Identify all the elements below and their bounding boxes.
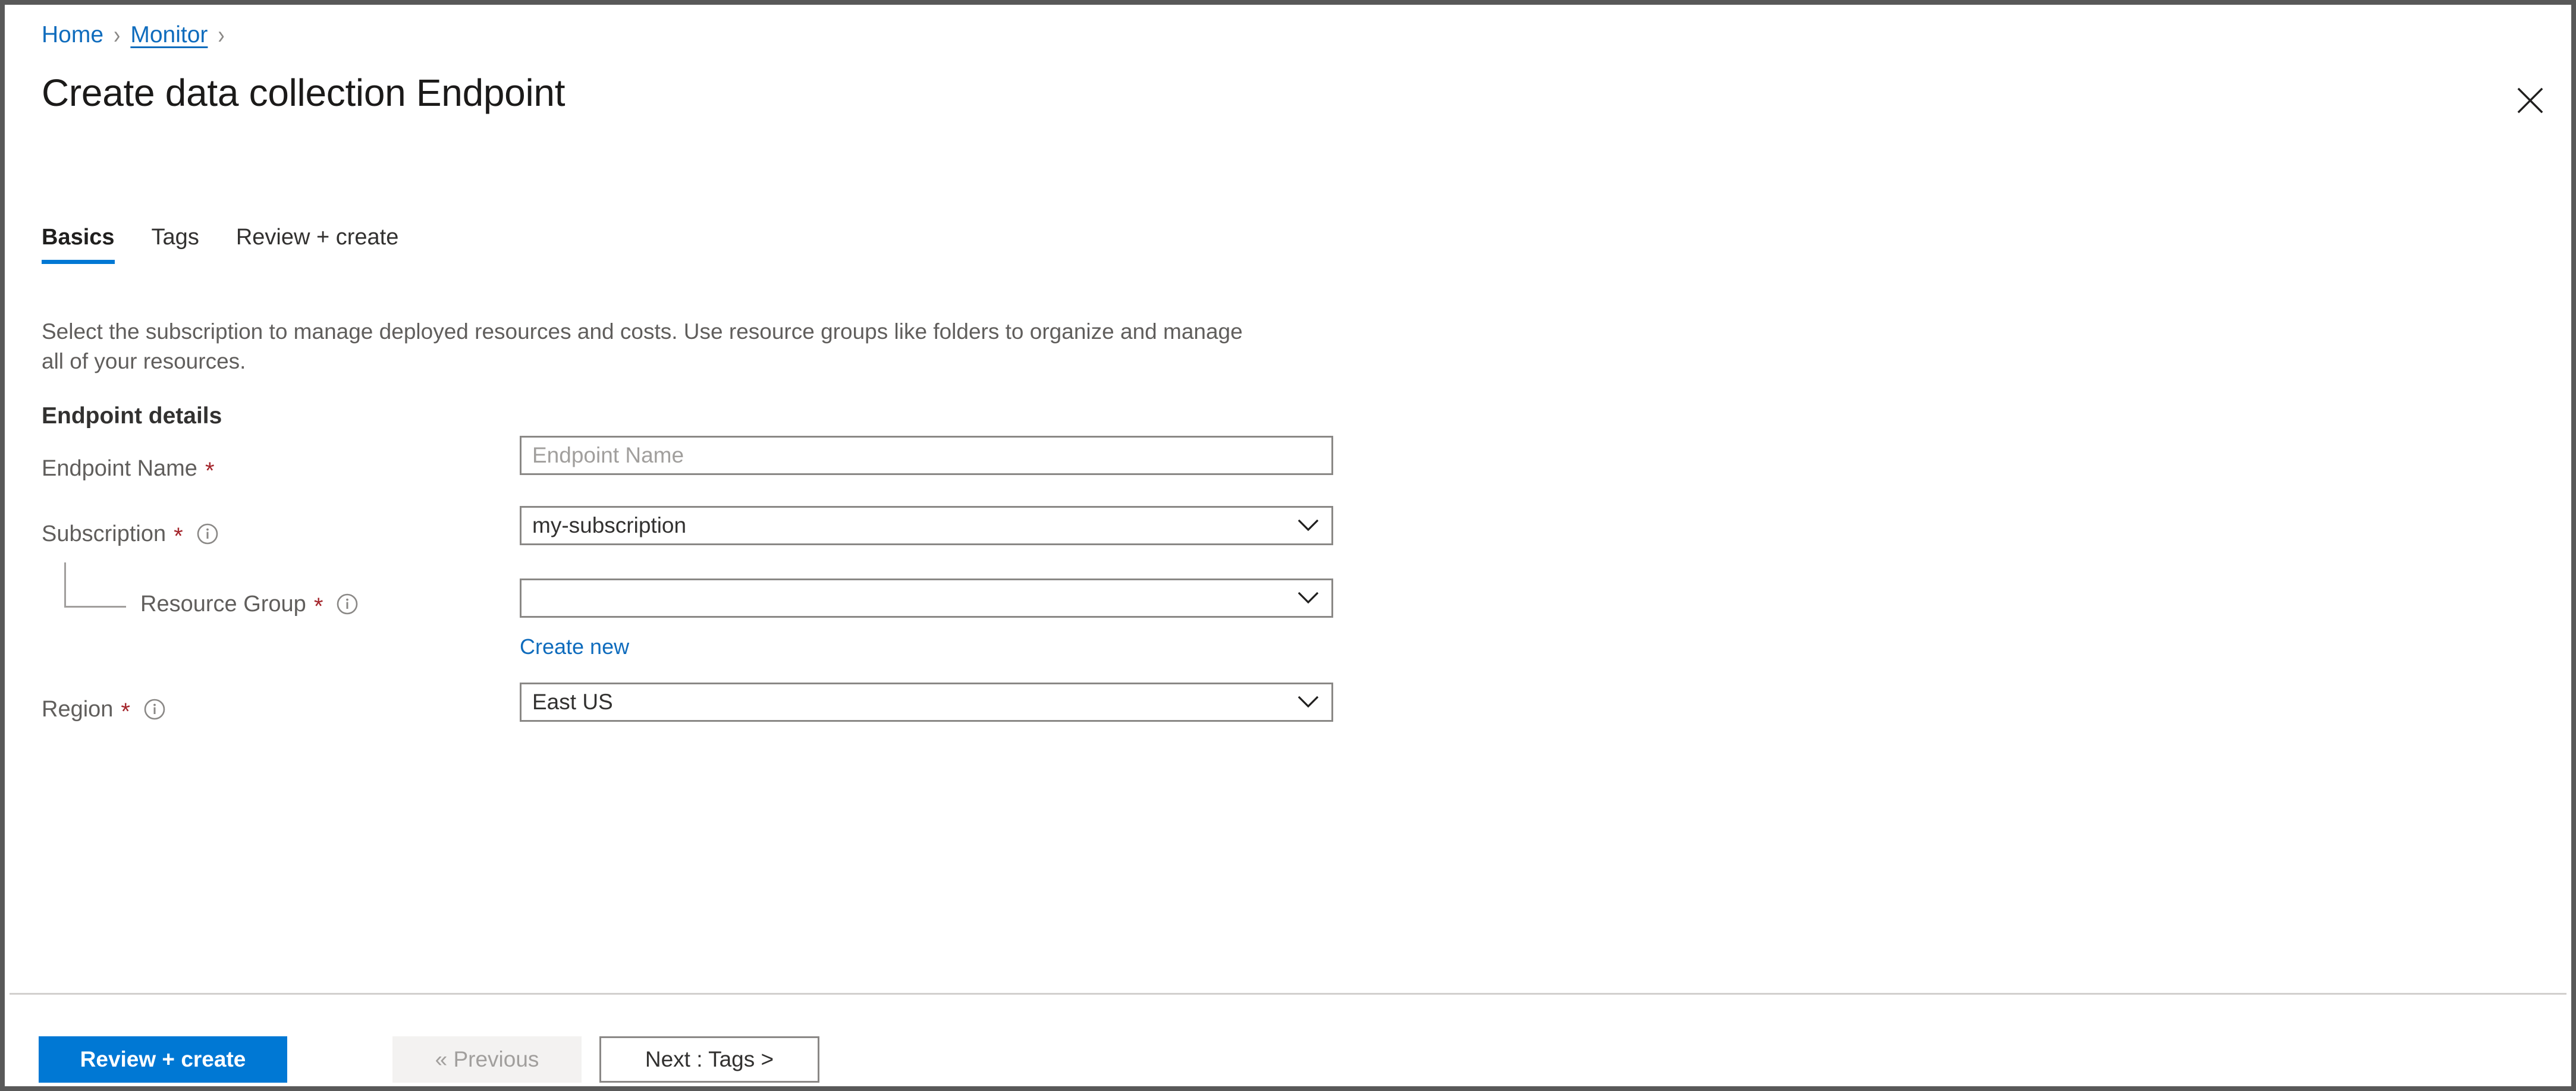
next-tags-button[interactable]: Next : Tags > xyxy=(599,1036,819,1083)
blade-description: Select the subscription to manage deploy… xyxy=(42,319,1243,373)
label-endpoint-name: Endpoint Name * xyxy=(42,455,215,484)
breadcrumb-chevron-icon: › xyxy=(218,21,225,49)
label-subscription-text: Subscription xyxy=(42,521,167,546)
resource-group-select[interactable] xyxy=(520,578,1333,618)
tab-basics[interactable]: Basics xyxy=(42,224,115,264)
chevron-down-icon xyxy=(1295,592,1322,605)
info-icon[interactable] xyxy=(336,593,359,615)
review-create-button[interactable]: Review + create xyxy=(39,1036,287,1083)
chevron-down-icon xyxy=(1295,696,1322,709)
tree-connector-line xyxy=(64,562,126,608)
required-asterisk: * xyxy=(174,523,183,549)
label-endpoint-name-text: Endpoint Name xyxy=(42,456,197,481)
tab-list: Basics Tags Review + create xyxy=(42,224,398,264)
label-resource-group-text: Resource Group xyxy=(140,592,306,617)
info-icon[interactable] xyxy=(196,523,219,545)
required-asterisk: * xyxy=(205,458,215,484)
breadcrumb-chevron-icon: › xyxy=(114,21,121,49)
endpoint-name-placeholder: Endpoint Name xyxy=(532,443,684,467)
region-select[interactable]: East US xyxy=(520,683,1333,722)
chevron-down-icon xyxy=(1295,519,1322,532)
breadcrumb-item-monitor[interactable]: Monitor xyxy=(130,21,208,49)
close-icon[interactable] xyxy=(2509,80,2551,121)
label-resource-group: Resource Group * xyxy=(140,590,359,618)
footer-divider xyxy=(10,993,2566,995)
label-subscription: Subscription * xyxy=(42,520,219,548)
required-asterisk: * xyxy=(313,593,323,620)
label-region-text: Region xyxy=(42,697,114,722)
endpoint-name-input[interactable]: Endpoint Name xyxy=(520,436,1333,475)
tab-tags[interactable]: Tags xyxy=(152,224,199,264)
subscription-select[interactable]: my-subscription xyxy=(520,506,1333,545)
create-new-resource-group-link[interactable]: Create new xyxy=(520,634,629,660)
region-value: East US xyxy=(532,690,613,714)
tab-tags-label: Tags xyxy=(151,225,199,250)
tab-review-create[interactable]: Review + create xyxy=(236,224,399,264)
label-region: Region * xyxy=(42,696,166,725)
subscription-value: my-subscription xyxy=(532,513,687,537)
required-asterisk: * xyxy=(121,699,130,725)
previous-button: « Previous xyxy=(392,1036,582,1083)
breadcrumb-item-home[interactable]: Home xyxy=(42,21,103,49)
tab-basics-label: Basics xyxy=(42,225,115,250)
tab-review-create-label: Review + create xyxy=(235,225,399,250)
azure-create-endpoint-blade: Home › Monitor › Create data collection … xyxy=(0,0,2576,1091)
info-icon[interactable] xyxy=(143,698,166,721)
page-title: Create data collection Endpoint xyxy=(42,71,566,114)
section-title-endpoint-details: Endpoint details xyxy=(42,403,222,429)
breadcrumb: Home › Monitor › xyxy=(42,21,235,49)
